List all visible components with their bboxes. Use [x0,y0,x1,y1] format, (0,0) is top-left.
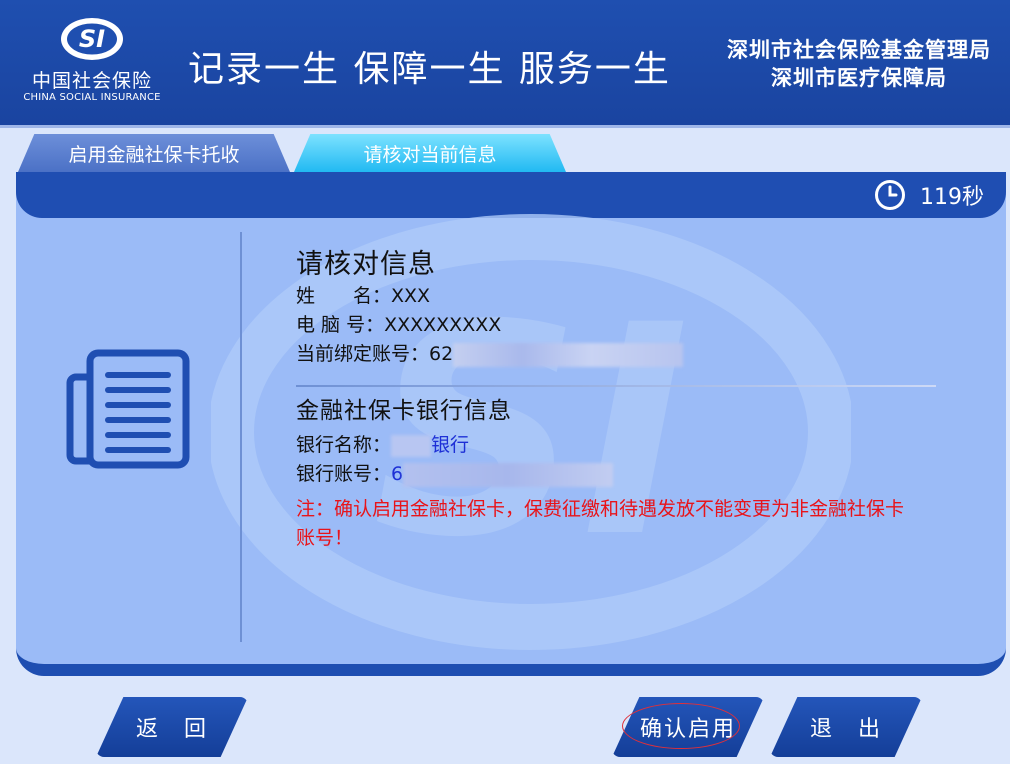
redacted-bank-name [391,434,432,457]
header-slogan: 记录一生 保障一生 服务一生 [188,49,671,90]
confirm-enable-button[interactable]: 确认启用 [612,697,764,757]
redacted-bank-account [403,462,614,487]
bank-name-value: 银行 [431,434,470,456]
bound-account-label: 当前绑定账号： [296,343,430,365]
confirm-button-label: 确认启用 [639,717,736,742]
bank-name-label: 银行名称： [296,434,392,456]
name-value: XXX [391,285,431,307]
name-row: 姓 名：XXX [296,282,976,311]
clock-icon [875,180,905,210]
exit-button-label: 退 出 [809,717,882,742]
exit-button[interactable]: 退 出 [770,697,922,757]
tab-enable-card-collection[interactable]: 启用金融社保卡托收 [18,134,290,172]
back-button[interactable]: 返 回 [96,697,248,757]
tab-label: 启用金融社保卡托收 [68,143,240,166]
bound-account-value: 62 [429,343,454,365]
redacted-account [453,342,684,367]
bank-section-title: 金融社保卡银行信息 [296,398,512,424]
svg-text:SI: SI [79,25,105,53]
header: SI 中国社会保险 CHINA SOCIAL INSURANCE 记录一生 保障… [0,0,1010,128]
timer-text: 119秒 [920,185,984,210]
bound-account-row: 当前绑定账号：62 [296,340,976,369]
warning-note: 注：确认启用金融社保卡，保费征缴和待遇发放不能变更为非金融社保卡账号！ [296,498,905,549]
name-label: 姓 名： [296,285,392,307]
countdown-timer: 119秒 [874,179,984,211]
logo-english-text: CHINA SOCIAL INSURANCE [23,92,161,103]
pc-number-label: 电 脑 号： [296,314,385,336]
tab-label: 请核对当前信息 [363,143,497,166]
bank-account-label: 银行账号： [296,463,392,485]
vertical-divider [240,232,242,642]
verify-title: 请核对信息 [296,249,436,280]
pc-number-row: 电 脑 号：XXXXXXXXX [296,311,976,340]
pc-number-value: XXXXXXXXX [384,314,502,336]
social-insurance-logo-icon: SI [61,18,123,60]
back-button-label: 返 回 [135,717,208,742]
info-section: 请核对信息 姓 名：XXX 电 脑 号：XXXXXXXXX 当前绑定账号：62 … [296,242,976,553]
organization-names: 深圳市社会保险基金管理局 深圳市医疗保障局 [714,36,1004,92]
logo-chinese-text: 中国社会保险 [31,70,152,92]
org-line-1: 深圳市社会保险基金管理局 [727,37,991,62]
bank-account-row: 银行账号：6 [296,460,976,489]
bank-name-row: 银行名称： 银行 [296,431,976,460]
logo: SI 中国社会保险 CHINA SOCIAL INSURANCE [22,14,162,110]
main-panel: 119秒 SI 请核对信息 姓 名：XXX 电 脑 号：XXXXXXXXX 当前… [16,172,1006,676]
document-icon [66,349,190,469]
bank-account-value: 6 [391,463,404,485]
org-line-2: 深圳市医疗保障局 [771,65,947,90]
tab-verify-info[interactable]: 请核对当前信息 [294,134,566,172]
